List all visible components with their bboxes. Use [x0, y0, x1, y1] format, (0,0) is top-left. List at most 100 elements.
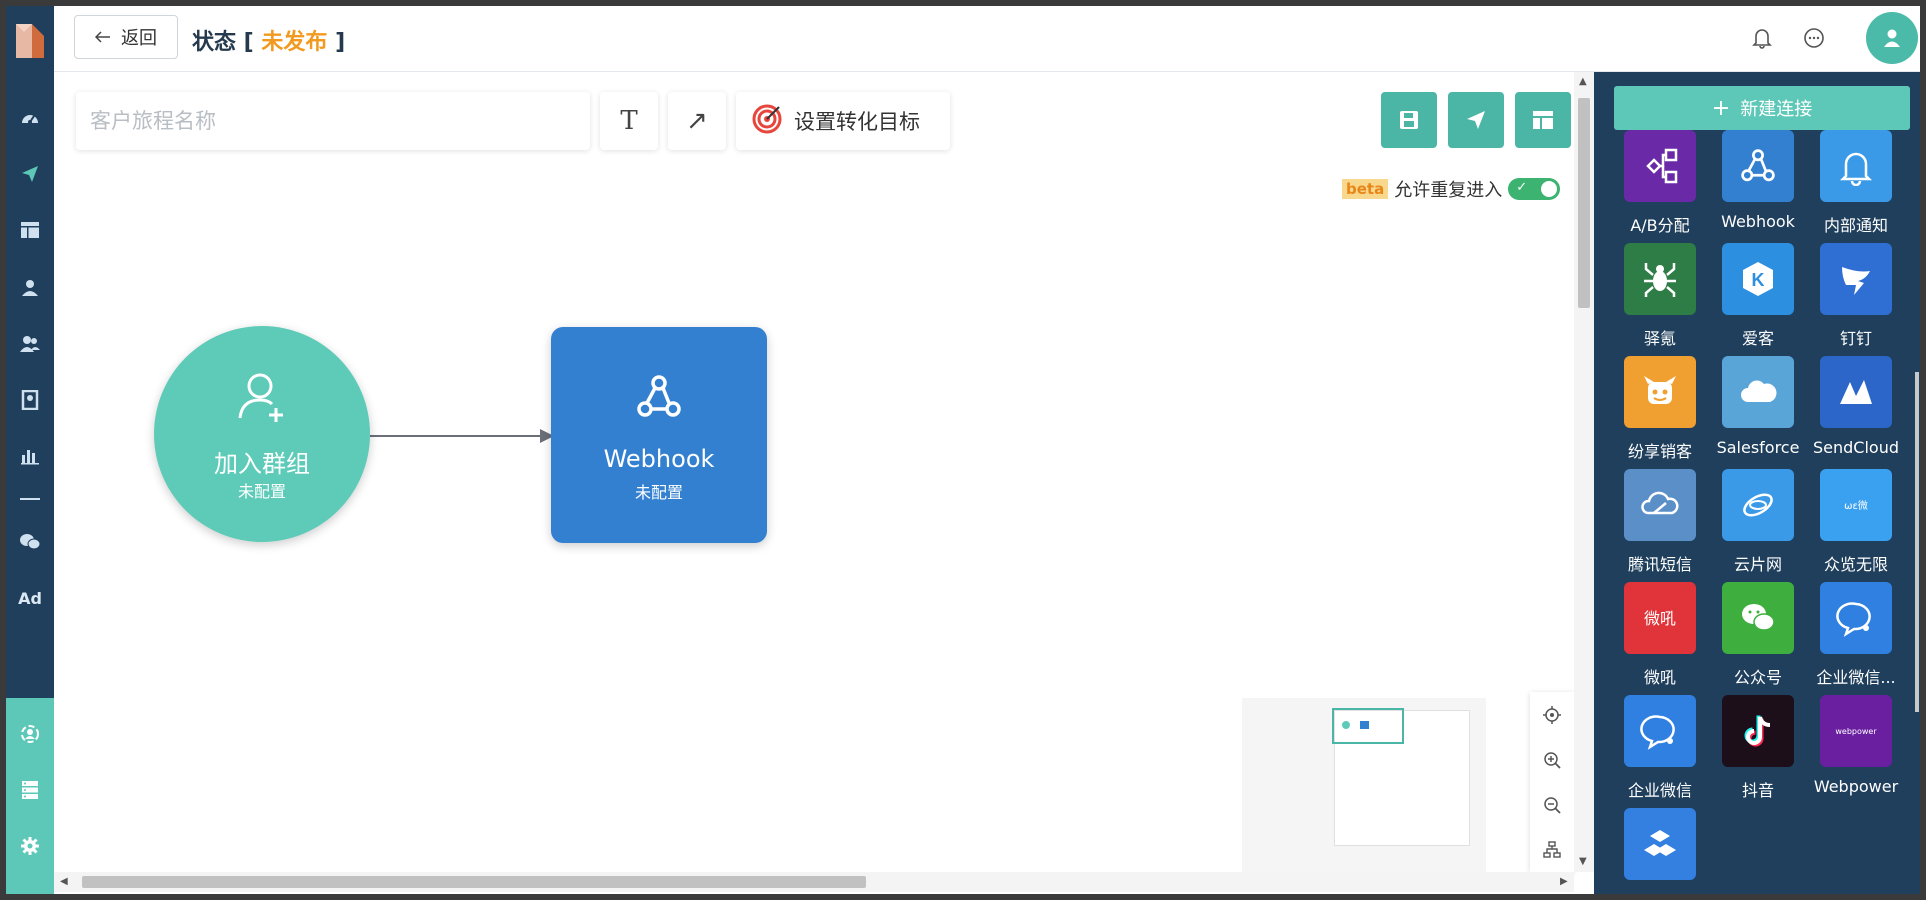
wechat-icon [1722, 582, 1794, 654]
connector-label: 纷享销客 [1627, 442, 1692, 461]
arrow-left-icon [94, 27, 111, 48]
user-icon[interactable] [6, 268, 54, 308]
save-button[interactable] [1381, 92, 1437, 148]
chat-icon[interactable] [1796, 20, 1832, 56]
text-tool-button[interactable]: T [600, 92, 658, 150]
connector-label: Salesforce [1716, 438, 1800, 457]
nav-divider [20, 498, 40, 500]
k-hex-icon: K [1722, 243, 1794, 315]
connector-item[interactable]: ωε微 众览无限 [1806, 469, 1906, 583]
reentry-setting: beta 允许重复进入 ✓ [1342, 176, 1561, 202]
connector-item[interactable]: Webhook [1708, 130, 1808, 244]
dingtalk-icon [1820, 243, 1892, 315]
journey-name-input[interactable] [76, 92, 590, 150]
back-button[interactable]: 返回 [74, 15, 178, 59]
connector-item[interactable]: 腾讯短信 [1610, 469, 1710, 583]
connector-item[interactable]: SendCloud [1806, 356, 1906, 470]
scroll-down-icon[interactable]: ▼ [1579, 856, 1587, 867]
check-icon: ✓ [1516, 180, 1528, 195]
chart-icon[interactable] [6, 436, 54, 476]
zoom-out-button[interactable] [1530, 782, 1574, 827]
user-icon [1884, 29, 1900, 47]
scroll-up-icon[interactable]: ▲ [1579, 76, 1587, 87]
connector-item[interactable]: 钉钉 [1806, 243, 1906, 357]
locate-button[interactable] [1530, 692, 1574, 737]
connector-label: A/B分配 [1630, 216, 1690, 235]
dashboard-icon[interactable] [6, 98, 54, 138]
connector-item[interactable]: 企业微信 [1610, 695, 1710, 809]
connector-label: 微吼 [1643, 668, 1676, 687]
connector-item[interactable]: 驿氪 [1610, 243, 1710, 357]
layout-icon [1533, 111, 1553, 129]
ad-nav-item[interactable]: Ad [6, 578, 54, 618]
canvas-vertical-scrollbar[interactable]: ▲ ▼ [1574, 72, 1594, 872]
send-icon[interactable] [6, 154, 54, 194]
gear-icon[interactable] [6, 826, 54, 866]
wechat-icon[interactable] [6, 522, 54, 562]
journey-node-webhook[interactable]: Webhook 未配置 [551, 327, 767, 543]
user-avatar[interactable] [1866, 12, 1918, 64]
tencent-cloud-icon [1624, 469, 1696, 541]
layout-button[interactable] [1515, 92, 1571, 148]
connector-item[interactable]: webpower Webpower [1806, 695, 1906, 809]
auto-layout-button[interactable] [1530, 827, 1574, 872]
panel-scrollbar[interactable] [1914, 72, 1920, 894]
connector-item[interactable]: Salesforce [1708, 356, 1808, 470]
scroll-left-icon[interactable]: ◀ [60, 876, 68, 887]
minimap-viewport[interactable] [1332, 708, 1404, 744]
connector-label: 驿氪 [1643, 329, 1676, 348]
connector-label: Webhook [1721, 212, 1795, 231]
reentry-label: 允许重复进入 [1394, 180, 1503, 201]
zoom-in-icon [1544, 751, 1561, 769]
scroll-thumb[interactable] [82, 876, 866, 888]
connector-item[interactable]: 抖音 [1708, 695, 1808, 809]
arrow-tool-button[interactable]: ↗ [668, 92, 726, 150]
scroll-thumb[interactable] [1915, 372, 1919, 712]
canvas-horizontal-scrollbar[interactable]: ◀ ▶ [54, 872, 1574, 892]
connector-item[interactable]: 纷享销客 [1610, 356, 1710, 470]
users-icon[interactable] [6, 324, 54, 364]
connector-label: 腾讯短信 [1627, 555, 1692, 574]
scroll-thumb[interactable] [1578, 98, 1590, 308]
back-label: 返回 [121, 28, 157, 49]
save-icon [1400, 111, 1418, 129]
connector-item[interactable] [1610, 808, 1710, 894]
connector-item[interactable]: 公众号 [1708, 582, 1808, 696]
connector-item[interactable]: A/B分配 [1610, 130, 1710, 244]
mascot-icon [1624, 356, 1696, 428]
connector-item[interactable]: K 爱客 [1708, 243, 1808, 357]
zoom-out-icon [1544, 796, 1561, 814]
set-goal-button[interactable]: 设置转化目标 [736, 92, 950, 150]
ab-split-icon [1624, 130, 1696, 202]
zoom-in-button[interactable] [1530, 737, 1574, 782]
new-connection-label: 新建连接 [1740, 99, 1813, 120]
locate-icon [1543, 705, 1561, 724]
table-icon[interactable] [6, 210, 54, 250]
text-tool-label: T [620, 106, 638, 136]
canvas-minimap[interactable] [1242, 698, 1486, 872]
connector-label: SendCloud [1813, 438, 1899, 457]
connector-item[interactable]: 微吼 微吼 [1610, 582, 1710, 696]
connector-label: 爱客 [1741, 329, 1774, 348]
webhook-icon [1722, 130, 1794, 202]
reentry-toggle[interactable]: ✓ [1508, 178, 1561, 200]
database-icon[interactable] [6, 770, 54, 810]
spider-icon [1624, 243, 1696, 315]
connector-item[interactable]: 企业微信... [1806, 582, 1906, 696]
connector-label: Webpower [1813, 777, 1899, 796]
add-user-icon [238, 373, 283, 422]
bookmark-icon[interactable] [6, 380, 54, 420]
scroll-right-icon[interactable]: ▶ [1560, 876, 1568, 887]
hub-icon[interactable] [6, 714, 54, 754]
journey-node-join-group[interactable]: 加入群组 未配置 [154, 326, 370, 542]
vhall-icon: 微吼 [1624, 582, 1696, 654]
connector-item[interactable]: 内部通知 [1806, 130, 1906, 244]
bell-icon[interactable] [1744, 20, 1780, 56]
publish-button[interactable] [1448, 92, 1504, 148]
toggle-knob [1541, 181, 1558, 197]
connector-panel: + 新建连接 A/B分配 Webhook 内部通知驿氪 K 爱客 钉钉纷享销客 Salesf… [1594, 72, 1920, 894]
connector-item[interactable]: 云片网 [1708, 469, 1808, 583]
svg-text:微吼: 微吼 [1644, 609, 1676, 628]
new-connection-button[interactable]: + 新建连接 [1614, 86, 1910, 130]
sendcloud-icon [1820, 356, 1892, 428]
